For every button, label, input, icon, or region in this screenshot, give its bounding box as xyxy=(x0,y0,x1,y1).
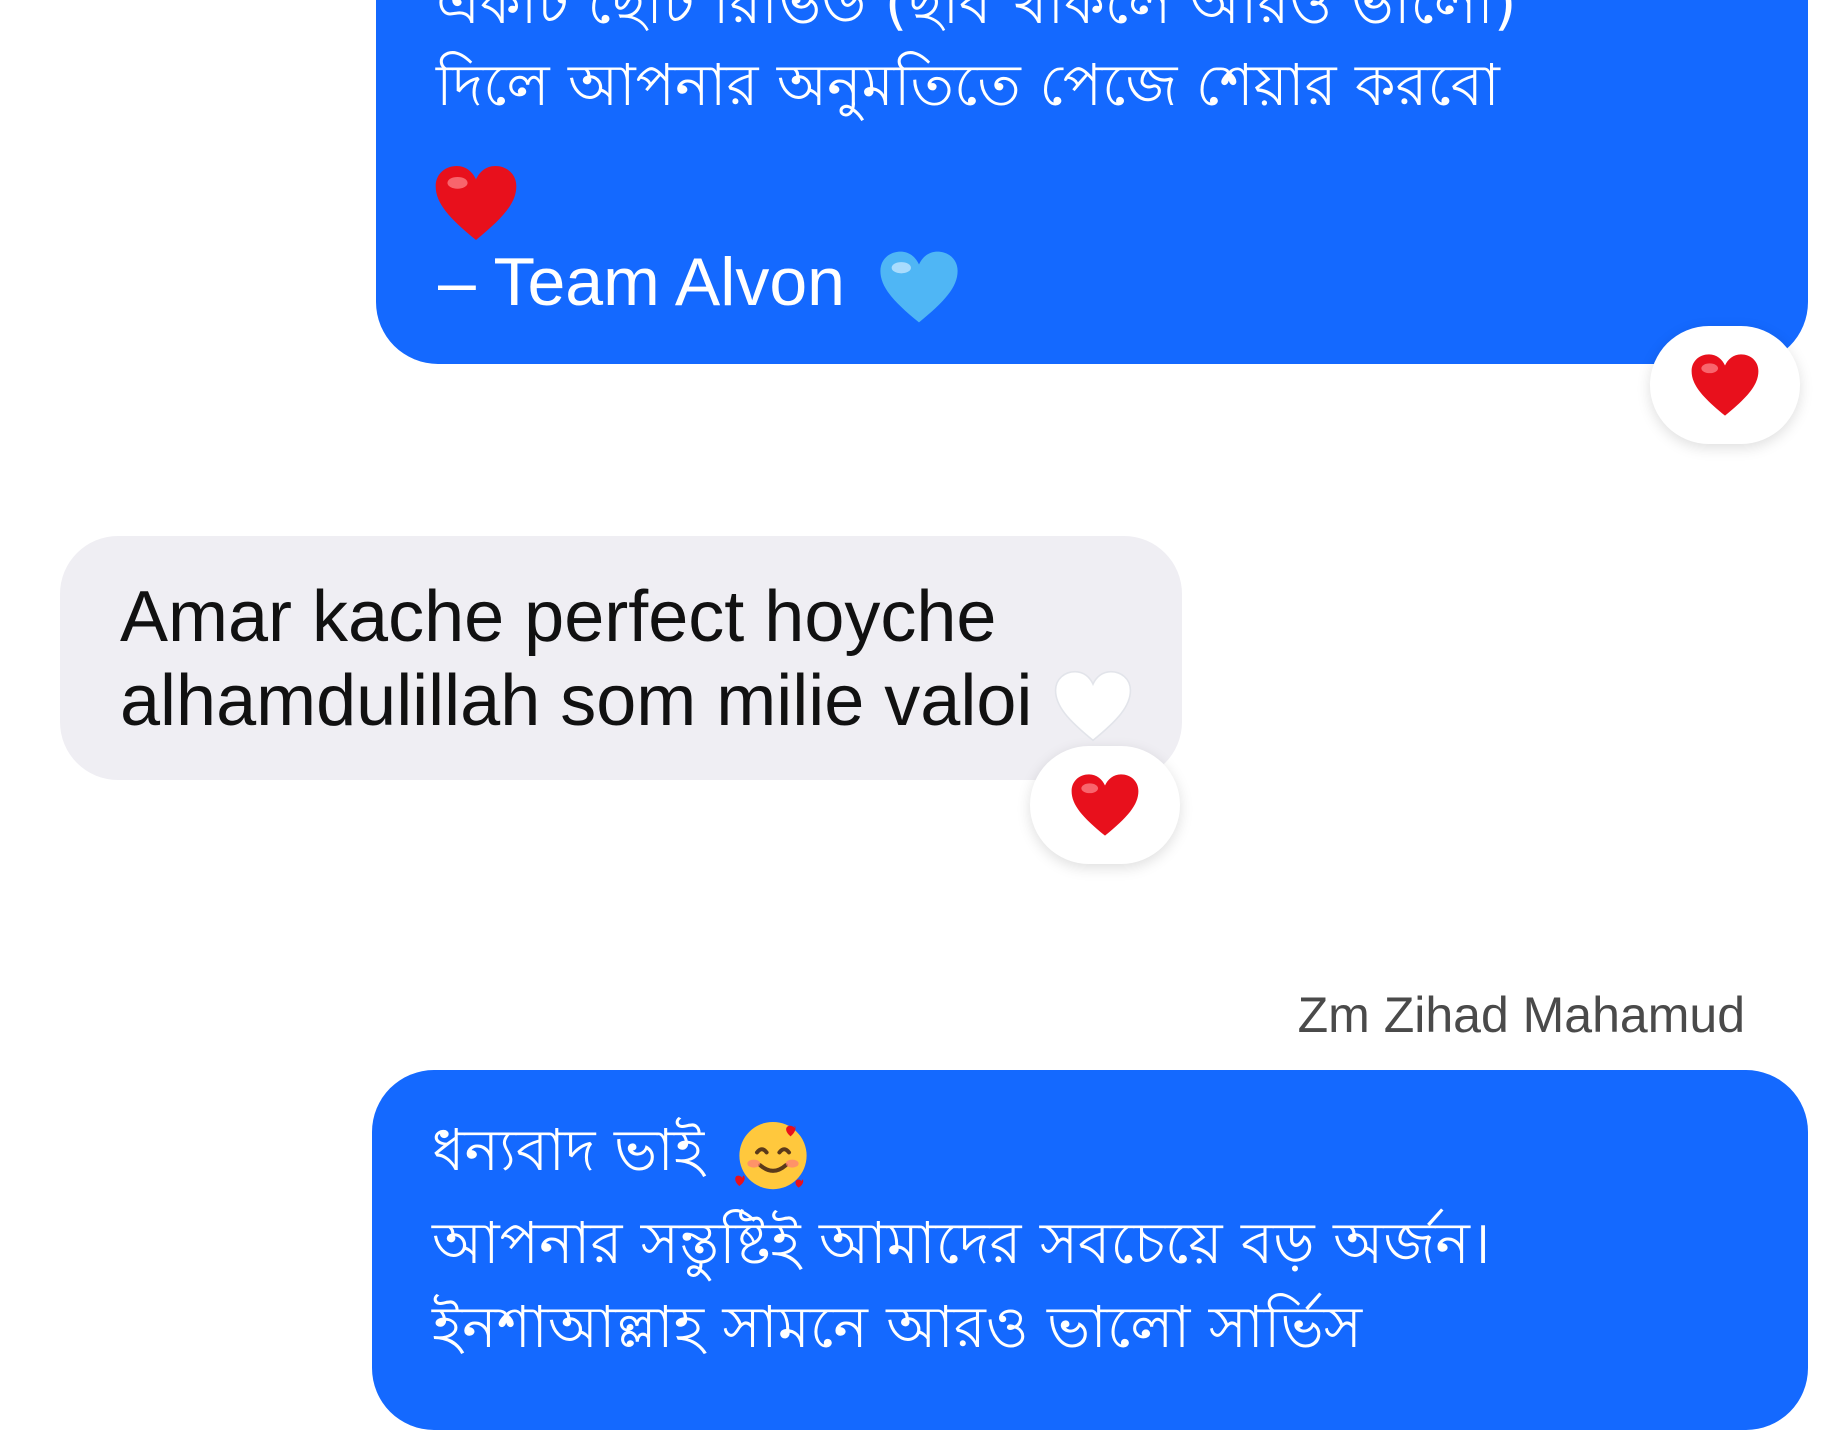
red-heart-icon xyxy=(1690,353,1760,417)
smiling-face-with-hearts-icon xyxy=(733,1114,813,1194)
incoming-message-bubble[interactable]: Amar kache perfect hoyche alhamdulillah … xyxy=(60,536,1182,780)
white-heart-icon xyxy=(1054,670,1132,742)
message-text-line: আপনার সন্তুষ্টিই আমাদের সবচেয়ে বড় অর্জ… xyxy=(432,1209,1491,1277)
message-reaction-button[interactable] xyxy=(1030,746,1180,864)
light-blue-heart-icon xyxy=(878,250,960,324)
message-text-line: Amar kache perfect hoyche xyxy=(120,577,997,657)
outgoing-message-bubble[interactable]: একটি ছোট রিভিউ (ছবি থাকলে আরও ভালো) দিলে… xyxy=(376,0,1808,364)
message-text-line: ধন্যবাদ ভাই xyxy=(432,1114,813,1194)
message-text-line: alhamdulillah som milie valoi xyxy=(120,660,1132,742)
red-heart-icon xyxy=(1070,773,1140,837)
message-text-line: একটি ছোট রিভিউ (ছবি থাকলে আরও ভালো) xyxy=(436,0,1517,37)
message-reaction-button[interactable] xyxy=(1650,326,1800,444)
signature-text: – Team Alvon xyxy=(438,242,960,324)
message-text-line: দিলে আপনার অনুমতিতে পেজে শেয়ার করবো xyxy=(436,51,1500,119)
sender-name: Zm Zihad Mahamud xyxy=(1297,987,1745,1043)
outgoing-message-bubble[interactable]: ধন্যবাদ ভাই আপনার সন্তুষ্টিই আমাদের সবচে… xyxy=(372,1070,1808,1430)
red-heart-icon xyxy=(434,164,518,242)
message-text-line: ইনশাআল্লাহ সামনে আরও ভালো সার্ভিস xyxy=(432,1293,1363,1361)
